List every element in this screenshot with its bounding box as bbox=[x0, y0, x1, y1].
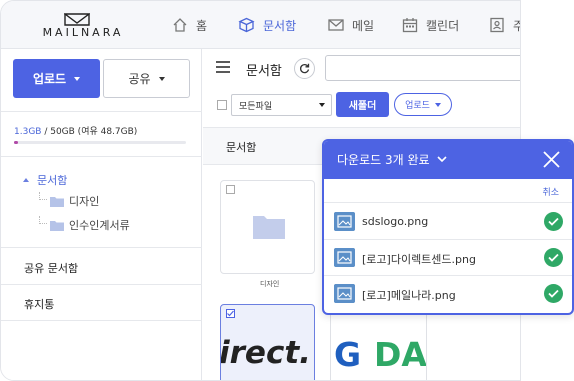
cancel-link[interactable]: 취소 bbox=[542, 185, 559, 198]
hamburger-menu-icon[interactable] bbox=[216, 61, 230, 73]
dropdown-arrow-icon bbox=[319, 103, 325, 107]
storage-used: 1.3GB bbox=[14, 127, 42, 137]
tree-item-label: 디자인 bbox=[69, 195, 100, 208]
tree-item-documents[interactable]: 문서함 bbox=[23, 172, 67, 188]
upload-dropdown-button[interactable]: 업로드 bbox=[394, 93, 452, 116]
folder-card-design[interactable] bbox=[220, 180, 315, 274]
file-name: sdslogo.png bbox=[362, 215, 429, 228]
tree-root-label: 문서함 bbox=[37, 174, 68, 187]
nav-mail[interactable]: 메일 bbox=[328, 15, 374, 35]
close-icon[interactable] bbox=[543, 151, 560, 168]
download-file-row[interactable]: [로고]다이렉트센드.png bbox=[324, 240, 572, 276]
download-complete-panel: 다운로드 3개 완료 취소 sdslogo.png [로고]다이렉트센드.png bbox=[322, 139, 574, 315]
cancel-row: 취소 bbox=[324, 179, 572, 203]
divider bbox=[1, 156, 202, 157]
cube-icon bbox=[238, 17, 255, 33]
home-icon bbox=[173, 18, 187, 32]
item-checkbox[interactable] bbox=[226, 185, 235, 194]
image-file-icon bbox=[334, 212, 355, 231]
main-title-row: 문서함 bbox=[203, 49, 520, 87]
collapse-arrow-icon bbox=[23, 178, 29, 182]
folder-icon bbox=[253, 216, 285, 239]
file-name: [로고]메일나라.png bbox=[362, 289, 456, 302]
list-header-label: 문서함 bbox=[226, 141, 257, 154]
share-button[interactable]: 공유 bbox=[103, 59, 190, 98]
refresh-icon bbox=[300, 63, 310, 74]
top-navigation-bar: MAILNARA 홈 문서함 메일 캘린더 bbox=[1, 1, 520, 49]
nav-contacts[interactable]: 주 bbox=[489, 15, 520, 35]
image-file-icon bbox=[334, 284, 355, 303]
new-folder-button[interactable]: 새폴더 bbox=[336, 92, 389, 117]
success-check-icon bbox=[544, 212, 563, 231]
thumbnail-text-g: G bbox=[334, 335, 362, 374]
refresh-button[interactable] bbox=[294, 58, 315, 79]
chevron-down-icon bbox=[436, 156, 447, 163]
thumbnail-text-da: DA bbox=[374, 335, 427, 374]
success-check-icon bbox=[544, 284, 563, 303]
file-type-select-value: 모든파일 bbox=[239, 101, 273, 112]
panel-header: 다운로드 3개 완료 bbox=[324, 141, 572, 179]
tree-connector bbox=[39, 192, 47, 200]
select-all-checkbox[interactable] bbox=[217, 100, 227, 110]
panel-title[interactable]: 다운로드 3개 완료 bbox=[337, 151, 447, 168]
search-input[interactable] bbox=[325, 55, 520, 81]
upload-dropdown-label: 업로드 bbox=[405, 101, 430, 111]
envelope-logo-icon bbox=[64, 13, 90, 26]
page-title: 문서함 bbox=[246, 64, 282, 79]
tree-connector bbox=[39, 216, 47, 224]
file-card-mailnara-logo[interactable]: G DA bbox=[330, 304, 427, 380]
nav-mail-label: 메일 bbox=[352, 18, 375, 33]
mailnara-logo[interactable]: MAILNARA bbox=[37, 13, 129, 39]
folder-card-caption: 디자인 bbox=[260, 280, 280, 288]
tree-item-label: 인수인계서류 bbox=[69, 219, 130, 232]
tree-item-handover-docs[interactable]: 인수인계서류 bbox=[50, 217, 130, 233]
contacts-icon bbox=[490, 17, 504, 33]
chevron-down-icon bbox=[158, 76, 165, 81]
chevron-down-icon bbox=[434, 102, 441, 107]
nav-calendar[interactable]: 캘린더 bbox=[402, 15, 459, 35]
trash-link[interactable]: 휴지통 bbox=[24, 296, 54, 312]
mail-icon bbox=[328, 19, 344, 31]
panel-title-text: 다운로드 3개 완료 bbox=[337, 153, 430, 167]
storage-progress-fill bbox=[14, 141, 19, 144]
divider bbox=[1, 111, 202, 112]
success-check-icon bbox=[544, 248, 563, 267]
upload-button-label: 업로드 bbox=[32, 72, 67, 86]
nav-home-label: 홈 bbox=[196, 18, 208, 33]
logo-text: MAILNARA bbox=[42, 26, 124, 39]
file-name: [로고]다이렉트센드.png bbox=[362, 253, 476, 266]
nav-contacts-label: 주 bbox=[513, 17, 520, 34]
download-file-row[interactable]: sdslogo.png bbox=[324, 204, 572, 240]
nav-documents[interactable]: 문서함 bbox=[238, 15, 296, 35]
share-button-label: 공유 bbox=[128, 72, 151, 86]
folder-icon bbox=[50, 220, 64, 231]
tree-item-design[interactable]: 디자인 bbox=[50, 193, 99, 209]
storage-progress-bar bbox=[14, 141, 186, 144]
sidebar: 업로드 공유 1.3GB / 50GB (여유 48.7GB) 문서함 디자인 bbox=[1, 49, 202, 380]
divider bbox=[1, 320, 202, 321]
nav-calendar-label: 캘린더 bbox=[426, 18, 460, 33]
calendar-icon bbox=[402, 18, 418, 33]
divider bbox=[1, 247, 202, 248]
storage-usage-text: 1.3GB / 50GB (여유 48.7GB) bbox=[14, 124, 137, 137]
checkmark-icon bbox=[227, 310, 234, 317]
shared-documents-link[interactable]: 공유 문서함 bbox=[24, 260, 78, 276]
image-file-icon bbox=[334, 248, 355, 267]
divider bbox=[1, 284, 202, 285]
storage-total: / 50GB (여유 48.7GB) bbox=[41, 127, 138, 137]
folder-icon bbox=[50, 196, 64, 207]
nav-home[interactable]: 홈 bbox=[172, 15, 207, 35]
download-file-row[interactable]: [로고]메일나라.png bbox=[324, 276, 572, 312]
chevron-down-icon bbox=[74, 76, 81, 81]
file-card-directsend-logo[interactable]: irect. bbox=[220, 304, 315, 380]
file-type-select[interactable]: 모든파일 bbox=[231, 94, 332, 116]
upload-button[interactable]: 업로드 bbox=[13, 59, 100, 98]
thumbnail-text: irect. bbox=[220, 335, 311, 371]
nav-documents-label: 문서함 bbox=[263, 18, 297, 33]
